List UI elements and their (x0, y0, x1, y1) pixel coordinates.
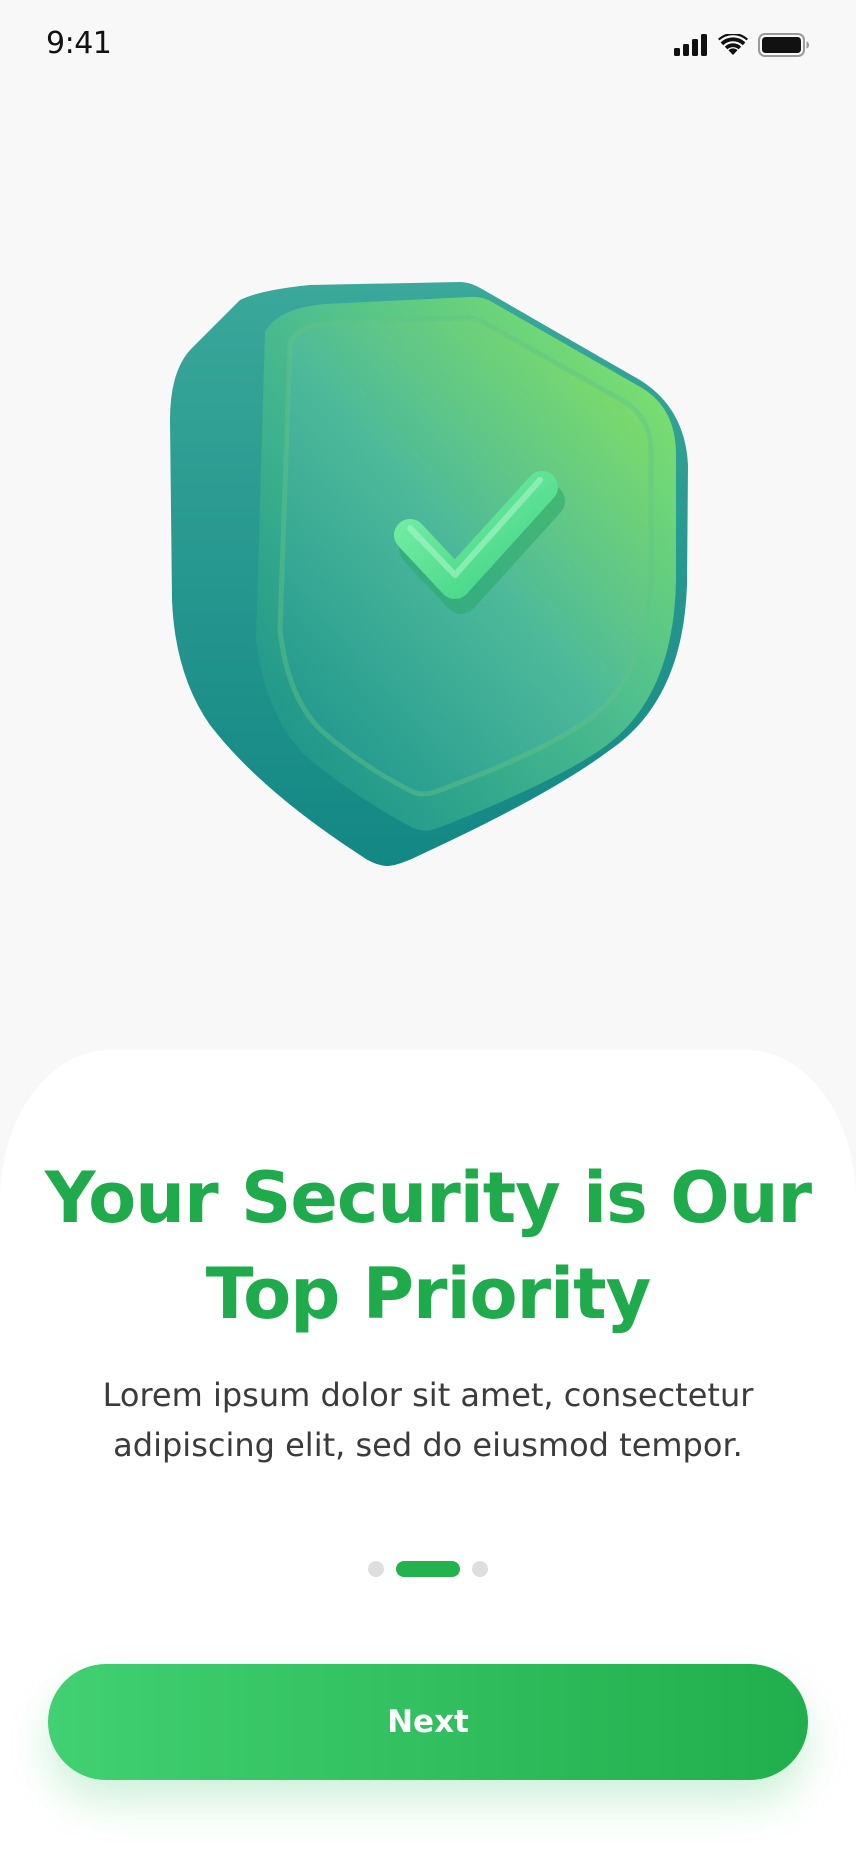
pagination-dot-1[interactable] (368, 1561, 384, 1577)
wifi-icon (718, 34, 748, 56)
pagination-dots (0, 1560, 856, 1578)
next-button[interactable]: Next (48, 1664, 808, 1780)
onboarding-title: Your Security is Our Top Priority (44, 1157, 812, 1335)
hero-illustration (170, 280, 700, 900)
shield-check-icon (170, 282, 688, 866)
status-icons (674, 30, 810, 60)
battery-icon (758, 33, 810, 57)
cellular-signal-icon (674, 34, 708, 56)
pagination-dot-3[interactable] (472, 1561, 488, 1577)
onboarding-card: Your Security is Our Top Priority Lorem … (0, 1050, 856, 1852)
status-time: 9:41 (46, 26, 112, 61)
pagination-dot-2-active[interactable] (396, 1561, 460, 1577)
onboarding-screen: 9:41 Your Security is Our Top Priority L… (0, 0, 856, 1852)
onboarding-description: Lorem ipsum dolor sit amet, consectetur … (102, 1376, 754, 1464)
status-bar: 9:41 (0, 0, 856, 90)
